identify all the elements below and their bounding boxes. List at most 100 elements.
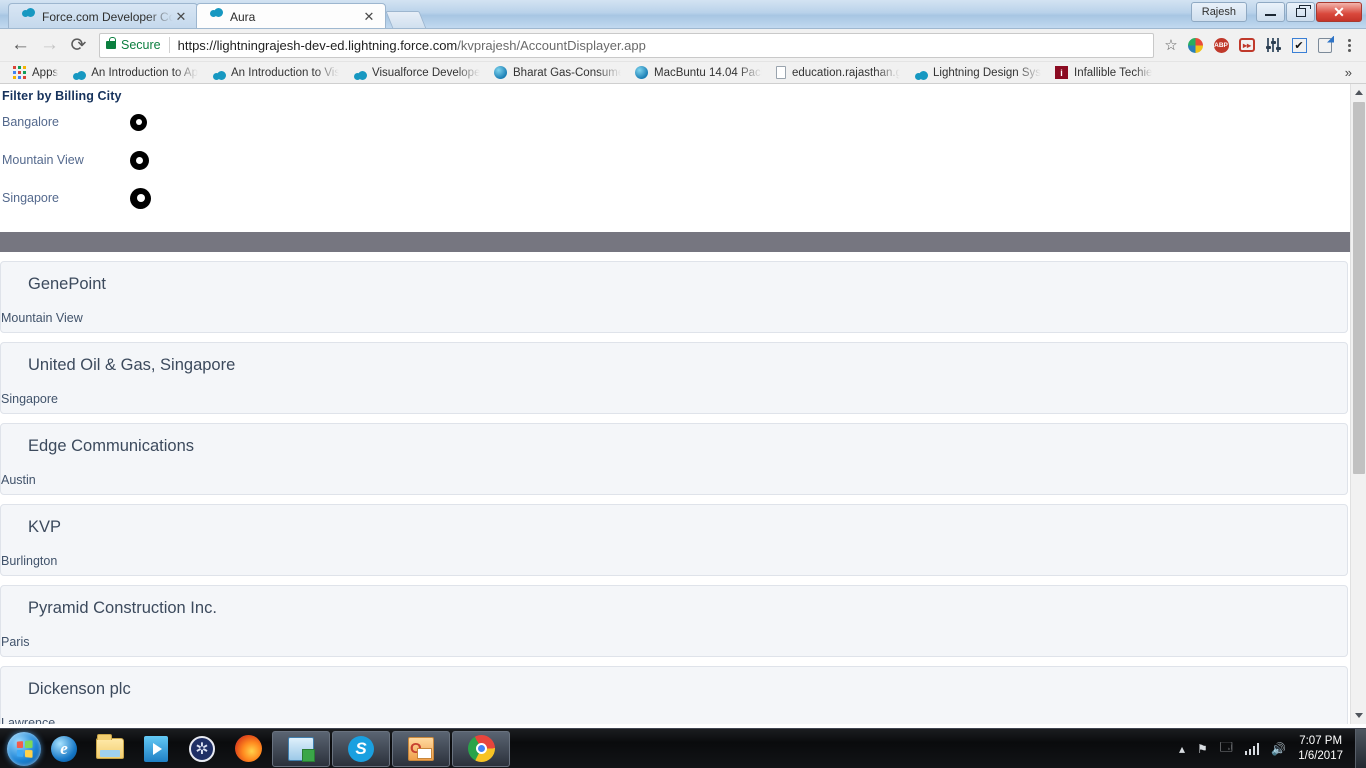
taskbar-window-excel[interactable] bbox=[272, 730, 330, 767]
bookmark-label: education.rajasthan.g bbox=[792, 66, 900, 79]
divider bbox=[168, 37, 170, 53]
bookmark-an-introduction-to-apex[interactable]: An Introduction to Ap bbox=[65, 63, 205, 83]
clock-date: 1/6/2017 bbox=[1298, 749, 1343, 762]
chrome-menu-icon[interactable] bbox=[1338, 38, 1360, 52]
sliders-extension-icon[interactable] bbox=[1260, 32, 1286, 58]
bookmark-label: Visualforce Developer bbox=[372, 66, 480, 79]
bookmark-macbuntu[interactable]: MacBuntu 14.04 Pack bbox=[628, 63, 769, 83]
bookmark-label: Infallible Techie bbox=[1074, 66, 1153, 79]
account-card[interactable]: Edge Communications Austin bbox=[0, 423, 1348, 495]
scrollbar-thumb[interactable] bbox=[1353, 102, 1365, 474]
scroll-up-icon[interactable] bbox=[1351, 84, 1366, 101]
taskbar-window-skype[interactable]: S bbox=[332, 730, 390, 767]
account-name: Dickenson plc bbox=[28, 680, 131, 698]
account-city: Lawrence bbox=[1, 716, 56, 724]
filter-heading: Filter by Billing City bbox=[2, 89, 122, 103]
account-card[interactable]: Dickenson plc Lawrence bbox=[0, 666, 1348, 724]
bookmark-label: MacBuntu 14.04 Pack bbox=[654, 66, 762, 79]
bookmark-bharat-gas-consumer[interactable]: Bharat Gas-Consumer bbox=[487, 63, 628, 83]
radio-button-singapore[interactable] bbox=[130, 187, 151, 209]
profile-label: Rajesh bbox=[1201, 6, 1236, 18]
url-path: /kvprajesh/AccountDisplayer.app bbox=[457, 37, 646, 53]
tray-overflow-icon[interactable]: ▴ bbox=[1173, 742, 1191, 756]
filter-option-mountain-view[interactable]: Mountain View bbox=[0, 141, 1350, 179]
back-icon[interactable]: ← bbox=[6, 31, 35, 60]
account-city: Singapore bbox=[1, 392, 58, 406]
close-button[interactable]: ✕ bbox=[1316, 2, 1362, 22]
taskbar-file-explorer[interactable] bbox=[87, 729, 133, 768]
adblock-plus-icon[interactable]: ABP bbox=[1208, 32, 1234, 58]
bookmark-label: Bharat Gas-Consumer bbox=[513, 66, 621, 79]
volume-icon[interactable]: 🔊 bbox=[1265, 742, 1292, 756]
tab-close-icon[interactable]: ✕ bbox=[361, 9, 377, 25]
list-header-bar bbox=[0, 232, 1350, 252]
excel-window-icon bbox=[288, 736, 315, 762]
bookmarks-overflow-icon[interactable]: » bbox=[1337, 65, 1360, 80]
tab-label: Force.com Developer Co bbox=[42, 9, 173, 24]
radio-button-bangalore[interactable] bbox=[130, 113, 147, 131]
security-label: Secure bbox=[121, 38, 161, 52]
show-desktop-button[interactable] bbox=[1355, 728, 1366, 768]
taskbar-firefox[interactable] bbox=[225, 729, 271, 768]
firefox-icon bbox=[234, 735, 262, 762]
network-signal-icon[interactable] bbox=[1239, 742, 1266, 755]
bookmark-label: Lightning Design Syst bbox=[933, 66, 1041, 79]
account-card[interactable]: KVP Burlington bbox=[0, 504, 1348, 576]
bookmark-label: An Introduction to Ap bbox=[91, 66, 198, 79]
reload-icon[interactable]: ⟳ bbox=[64, 31, 93, 60]
tab-close-icon[interactable]: ✕ bbox=[173, 9, 189, 25]
bookmark-lightning-design-system[interactable]: Lightning Design Syst bbox=[907, 63, 1048, 83]
internet-explorer-icon: e bbox=[51, 735, 77, 762]
window-controls: Rajesh ✕ bbox=[1190, 2, 1362, 22]
taskbar-window-outlook[interactable] bbox=[392, 730, 450, 767]
restore-button[interactable] bbox=[1286, 2, 1315, 22]
url-host: https://lightningrajesh-dev-ed.lightning… bbox=[177, 37, 458, 53]
bookmark-visualforce-developer[interactable]: Visualforce Developer bbox=[346, 63, 487, 83]
taskbar-window-chrome[interactable] bbox=[452, 730, 510, 767]
bookmark-education-rajasthan[interactable]: education.rajasthan.g bbox=[769, 63, 907, 83]
fast-forward-extension-icon[interactable]: ▸▸ bbox=[1234, 32, 1260, 58]
windows-update-icon[interactable]: 🗔 bbox=[1214, 738, 1239, 759]
account-name: Pyramid Construction Inc. bbox=[28, 599, 217, 617]
account-card[interactable]: United Oil & Gas, Singapore Singapore bbox=[0, 342, 1348, 414]
document-icon bbox=[776, 66, 786, 79]
account-name: United Oil & Gas, Singapore bbox=[28, 356, 236, 374]
chrome-profile-button[interactable]: Rajesh bbox=[1190, 2, 1247, 22]
checkbox-extension-icon[interactable]: ✔ bbox=[1286, 32, 1312, 58]
note-extension-icon[interactable] bbox=[1312, 32, 1338, 58]
bookmark-star-icon[interactable]: ☆ bbox=[1160, 34, 1182, 56]
new-tab-button[interactable] bbox=[385, 11, 427, 28]
taskbar-media-player[interactable] bbox=[133, 729, 179, 768]
address-bar[interactable]: Secure https://lightningrajesh-dev-ed.li… bbox=[99, 32, 1154, 58]
account-card[interactable]: Pyramid Construction Inc. Paris bbox=[0, 585, 1348, 657]
filter-option-label: Singapore bbox=[2, 191, 59, 205]
page-scrollbar[interactable] bbox=[1350, 84, 1366, 724]
scroll-down-icon[interactable] bbox=[1351, 707, 1366, 724]
action-center-flag-icon[interactable]: ⚑ bbox=[1191, 742, 1214, 756]
bookmark-apps[interactable]: Apps bbox=[6, 63, 65, 83]
globe-icon bbox=[635, 66, 648, 79]
radio-button-mountain-view[interactable] bbox=[130, 150, 149, 170]
account-card[interactable]: GenePoint Mountain View bbox=[0, 261, 1348, 333]
forward-icon[interactable]: → bbox=[35, 31, 64, 60]
windows-taskbar: e ✲ S ▴ ⚑ 🗔 🔊 7:07 PM 1/6/2017 bbox=[0, 728, 1366, 768]
tab-force-developer-console[interactable]: Force.com Developer Co ✕ bbox=[8, 3, 198, 28]
windows-start-button[interactable] bbox=[7, 731, 41, 766]
account-name: GenePoint bbox=[28, 275, 106, 293]
bookmark-label: An Introduction to Vis bbox=[231, 66, 339, 79]
bookmarks-bar: Apps An Introduction to Ap An Introducti… bbox=[0, 62, 1366, 84]
filter-option-bangalore[interactable]: Bangalore bbox=[0, 103, 1350, 141]
bookmark-an-introduction-to-visualforce[interactable]: An Introduction to Vis bbox=[205, 63, 346, 83]
taskbar-internet-explorer[interactable]: e bbox=[41, 729, 87, 768]
minimize-button[interactable] bbox=[1256, 2, 1285, 22]
account-city: Paris bbox=[1, 635, 30, 649]
filter-option-singapore[interactable]: Singapore bbox=[0, 179, 1350, 217]
taskbar-sourcetree[interactable]: ✲ bbox=[179, 729, 225, 768]
taskbar-clock[interactable]: 7:07 PM 1/6/2017 bbox=[1292, 734, 1353, 764]
tab-aura[interactable]: Aura ✕ bbox=[196, 3, 386, 28]
bookmark-infallible-techie[interactable]: i Infallible Techie bbox=[1048, 63, 1159, 83]
info-icon: i bbox=[1055, 66, 1068, 79]
page-viewport: Filter by Billing City Bangalore Mountai… bbox=[0, 84, 1366, 724]
salesforce-cloud-icon bbox=[209, 10, 223, 24]
color-wheel-extension-icon[interactable] bbox=[1182, 32, 1208, 58]
